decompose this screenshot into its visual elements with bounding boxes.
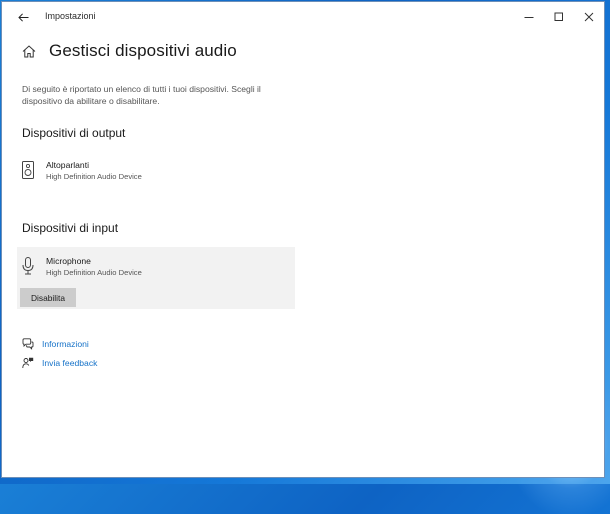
window-controls — [514, 2, 604, 32]
arrow-left-icon — [17, 12, 28, 22]
feedback-link-label: Invia feedback — [42, 358, 98, 368]
minimize-button[interactable] — [514, 2, 544, 32]
page-title: Gestisci dispositivi audio — [49, 41, 237, 60]
info-link-label: Informazioni — [42, 339, 89, 349]
page-header: Gestisci dispositivi audio — [22, 41, 237, 61]
maximize-button[interactable] — [544, 2, 574, 32]
output-section-title: Dispositivi di output — [22, 126, 126, 140]
device-name: Microphone — [46, 256, 91, 266]
info-link[interactable]: Informazioni — [22, 338, 89, 350]
app-title: Impostazioni — [45, 11, 96, 21]
settings-window: Impostazioni Gestisci dispositivi audio … — [1, 1, 605, 478]
input-device-text: Microphone High Definition Audio Device — [46, 256, 142, 278]
device-subtitle: High Definition Audio Device — [46, 268, 142, 277]
help-chat-icon — [22, 338, 34, 350]
device-name: Altoparlanti — [46, 160, 89, 170]
speaker-icon — [22, 161, 34, 179]
microphone-icon — [22, 257, 34, 275]
close-icon — [584, 12, 594, 22]
close-button[interactable] — [574, 2, 604, 32]
output-device-text: Altoparlanti High Definition Audio Devic… — [46, 160, 142, 182]
minimize-icon — [524, 17, 534, 18]
output-device-speakers[interactable]: Altoparlanti High Definition Audio Devic… — [22, 160, 142, 182]
title-bar: Impostazioni — [2, 2, 604, 32]
maximize-icon — [554, 12, 563, 21]
input-section-title: Dispositivi di input — [22, 221, 119, 235]
device-subtitle: High Definition Audio Device — [46, 172, 142, 181]
page-description: Di seguito è riportato un elenco di tutt… — [22, 84, 261, 106]
back-button[interactable] — [10, 7, 36, 27]
disable-button[interactable]: Disabilita — [20, 288, 76, 307]
feedback-link[interactable]: Invia feedback — [22, 357, 97, 369]
input-device-microphone[interactable]: Microphone High Definition Audio Device — [22, 256, 142, 278]
home-icon[interactable] — [22, 43, 38, 59]
feedback-icon — [22, 357, 34, 369]
